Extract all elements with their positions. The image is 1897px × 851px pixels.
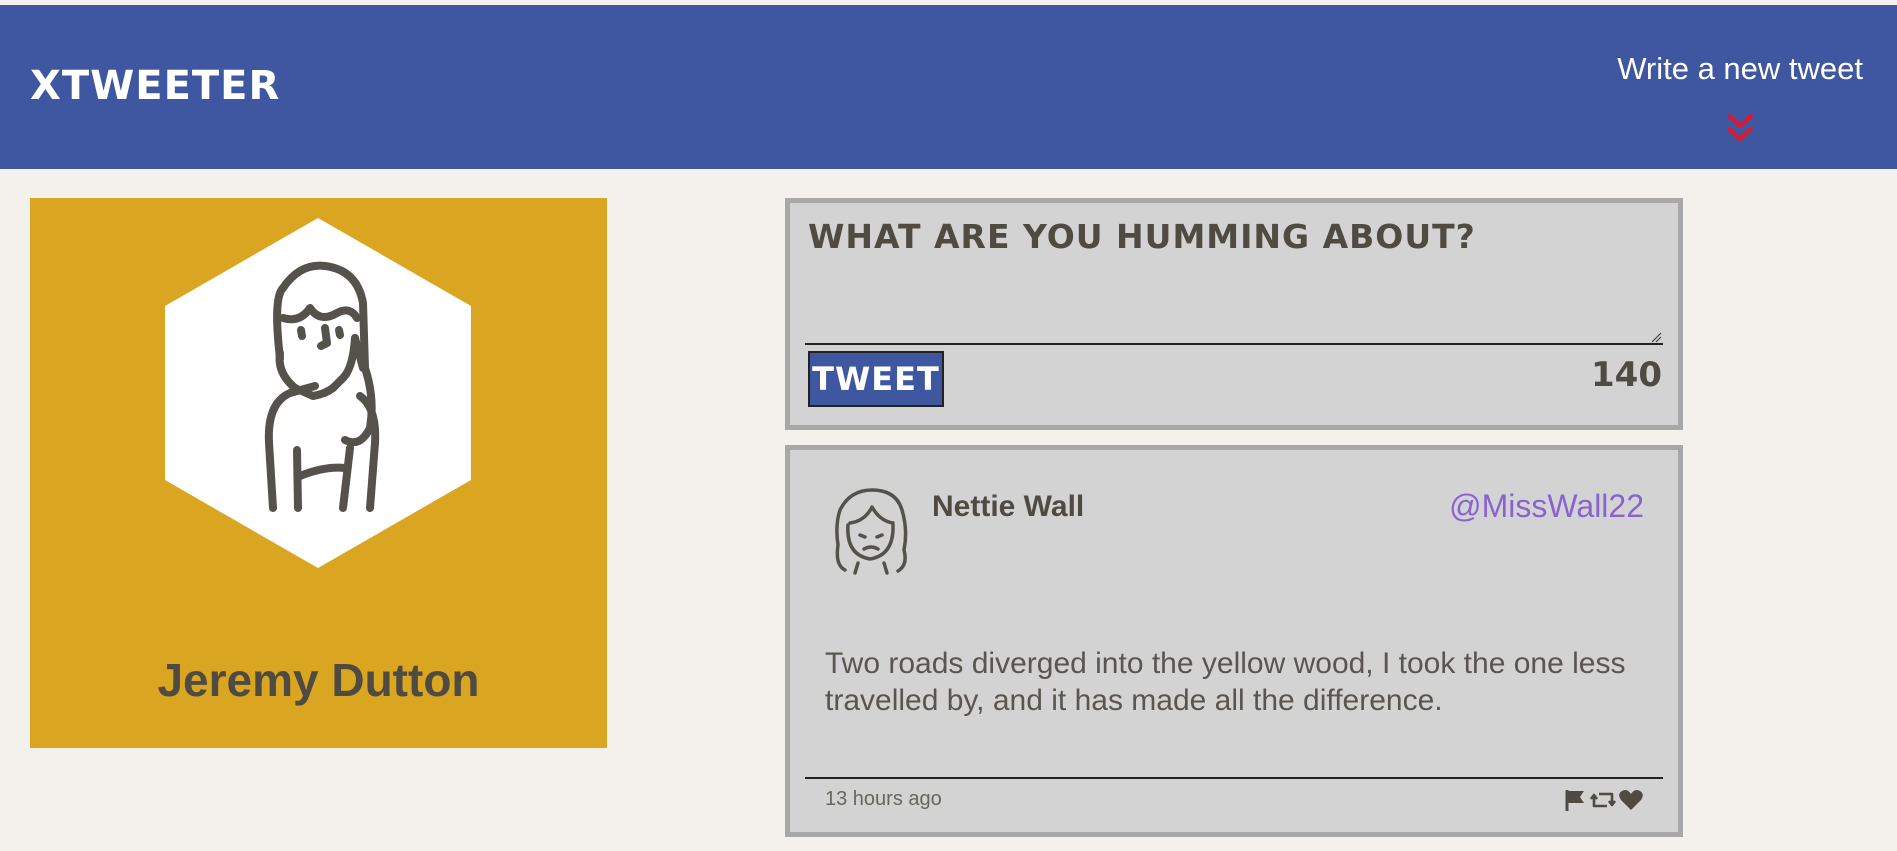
profile-name: Jeremy Dutton — [157, 654, 480, 706]
tweet-author-name: Nettie Wall — [932, 490, 1085, 523]
tweet-actions — [1562, 787, 1644, 813]
profile-card: Jeremy Dutton — [30, 198, 607, 748]
write-new-tweet-toggle[interactable]: Write a new tweet — [1617, 51, 1863, 145]
double-chevron-down-icon[interactable] — [1725, 111, 1755, 145]
user-avatar-icon — [165, 218, 471, 568]
retweet-icon[interactable] — [1589, 787, 1617, 813]
character-counter: 140 — [1591, 355, 1662, 395]
write-new-tweet-label[interactable]: Write a new tweet — [1617, 51, 1863, 87]
user-avatar-icon — [835, 488, 908, 575]
tweet-text: Two roads diverged into the yellow wood,… — [825, 647, 1626, 717]
heart-icon[interactable] — [1618, 787, 1644, 813]
tweet-button[interactable]: Tweet — [808, 351, 944, 407]
tweet-author-handle[interactable]: @MissWall22 — [1449, 488, 1644, 525]
tweet-divider — [805, 777, 1663, 779]
tweet-timestamp: 13 hours ago — [825, 788, 942, 810]
flag-icon[interactable] — [1562, 787, 1588, 813]
app-logo[interactable]: xtweeter — [30, 63, 280, 109]
compose-form: Tweet 140 — [785, 198, 1683, 430]
tweet-card: Nettie Wall @MissWall22 Two roads diverg… — [785, 445, 1683, 837]
resize-handle-icon[interactable] — [1650, 331, 1662, 343]
tweet-textarea[interactable] — [805, 215, 1663, 345]
navbar: xtweeter Write a new tweet — [0, 5, 1897, 169]
